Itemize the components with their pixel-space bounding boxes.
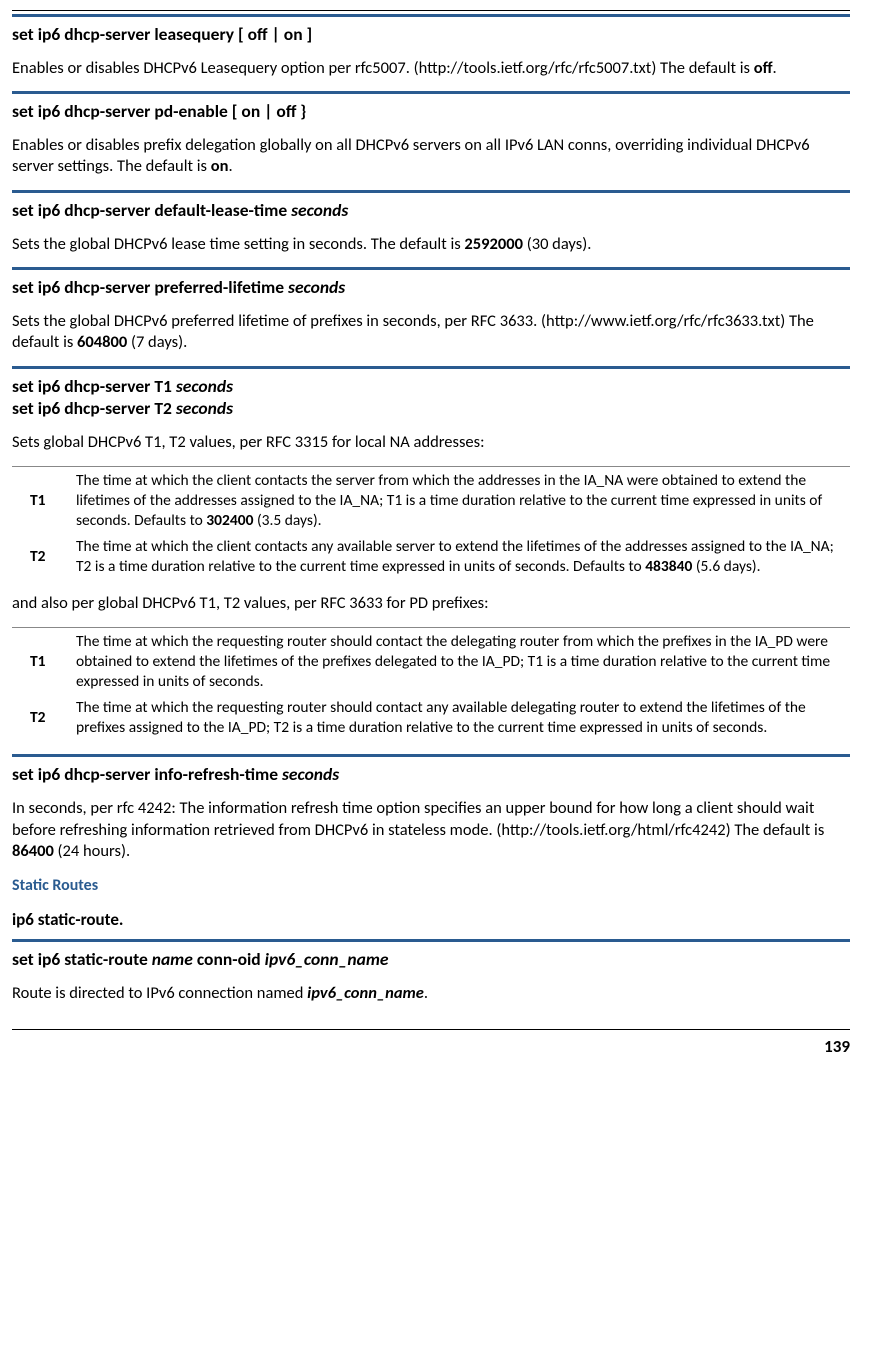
command-desc-info-refresh: In seconds, per rfc 4242: The informatio…	[12, 798, 850, 862]
command-heading-t1-t2: set ip6 dhcp-server T1 secondsset ip6 dh…	[12, 375, 850, 421]
definition-table-pd: T1The time at which the requesting route…	[12, 627, 850, 741]
command-desc: Sets the global DHCPv6 lease time settin…	[12, 234, 850, 255]
command-section-t1-t2: set ip6 dhcp-server T1 secondsset ip6 dh…	[12, 366, 850, 741]
command-section-info-refresh: set ip6 dhcp-server info-refresh-time se…	[12, 754, 850, 862]
command-section: set ip6 dhcp-server default-lease-time s…	[12, 190, 850, 255]
command-heading: set ip6 dhcp-server default-lease-time s…	[12, 199, 850, 222]
subheading-static-routes: Static Routes	[12, 876, 850, 897]
command-section: set ip6 dhcp-server preferred-lifetime s…	[12, 267, 850, 354]
command-heading: set ip6 dhcp-server pd-enable [ on | off…	[12, 100, 850, 123]
definition-text: The time at which the requesting router …	[76, 694, 850, 740]
command-heading-conn-oid: set ip6 static-route name conn-oid ipv6_…	[12, 948, 850, 971]
command-desc-conn-oid: Route is directed to IPv6 connection nam…	[12, 983, 850, 1004]
command-heading: set ip6 dhcp-server preferred-lifetime s…	[12, 276, 850, 299]
command-heading-info-refresh: set ip6 dhcp-server info-refresh-time se…	[12, 763, 850, 786]
t1t2-intro-na: Sets global DHCPv6 T1, T2 values, per RF…	[12, 432, 850, 453]
definition-key: T1	[12, 466, 76, 533]
command-section: set ip6 dhcp-server pd-enable [ on | off…	[12, 91, 850, 178]
definition-text: The time at which the client contacts an…	[76, 533, 850, 579]
page-footer: 139	[12, 1029, 850, 1058]
heading-ip6-static-route: ip6 static-route.	[12, 909, 850, 931]
command-desc: Sets the global DHCPv6 preferred lifetim…	[12, 311, 850, 354]
t1t2-intro-pd: and also per global DHCPv6 T1, T2 values…	[12, 593, 850, 614]
definition-table-na: T1The time at which the client contacts …	[12, 466, 850, 580]
definition-key: T2	[12, 533, 76, 579]
command-desc: Enables or disables DHCPv6 Leasequery op…	[12, 58, 850, 79]
definition-text: The time at which the client contacts th…	[76, 466, 850, 533]
command-section-conn-oid: set ip6 static-route name conn-oid ipv6_…	[12, 939, 850, 1004]
command-section: set ip6 dhcp-server leasequery [ off | o…	[12, 14, 850, 79]
definition-key: T2	[12, 694, 76, 740]
page-number: 139	[824, 1036, 850, 1057]
command-desc: Enables or disables prefix delegation gl…	[12, 135, 850, 178]
definition-text: The time at which the requesting router …	[76, 627, 850, 694]
definition-key: T1	[12, 627, 76, 694]
command-heading: set ip6 dhcp-server leasequery [ off | o…	[12, 23, 850, 46]
